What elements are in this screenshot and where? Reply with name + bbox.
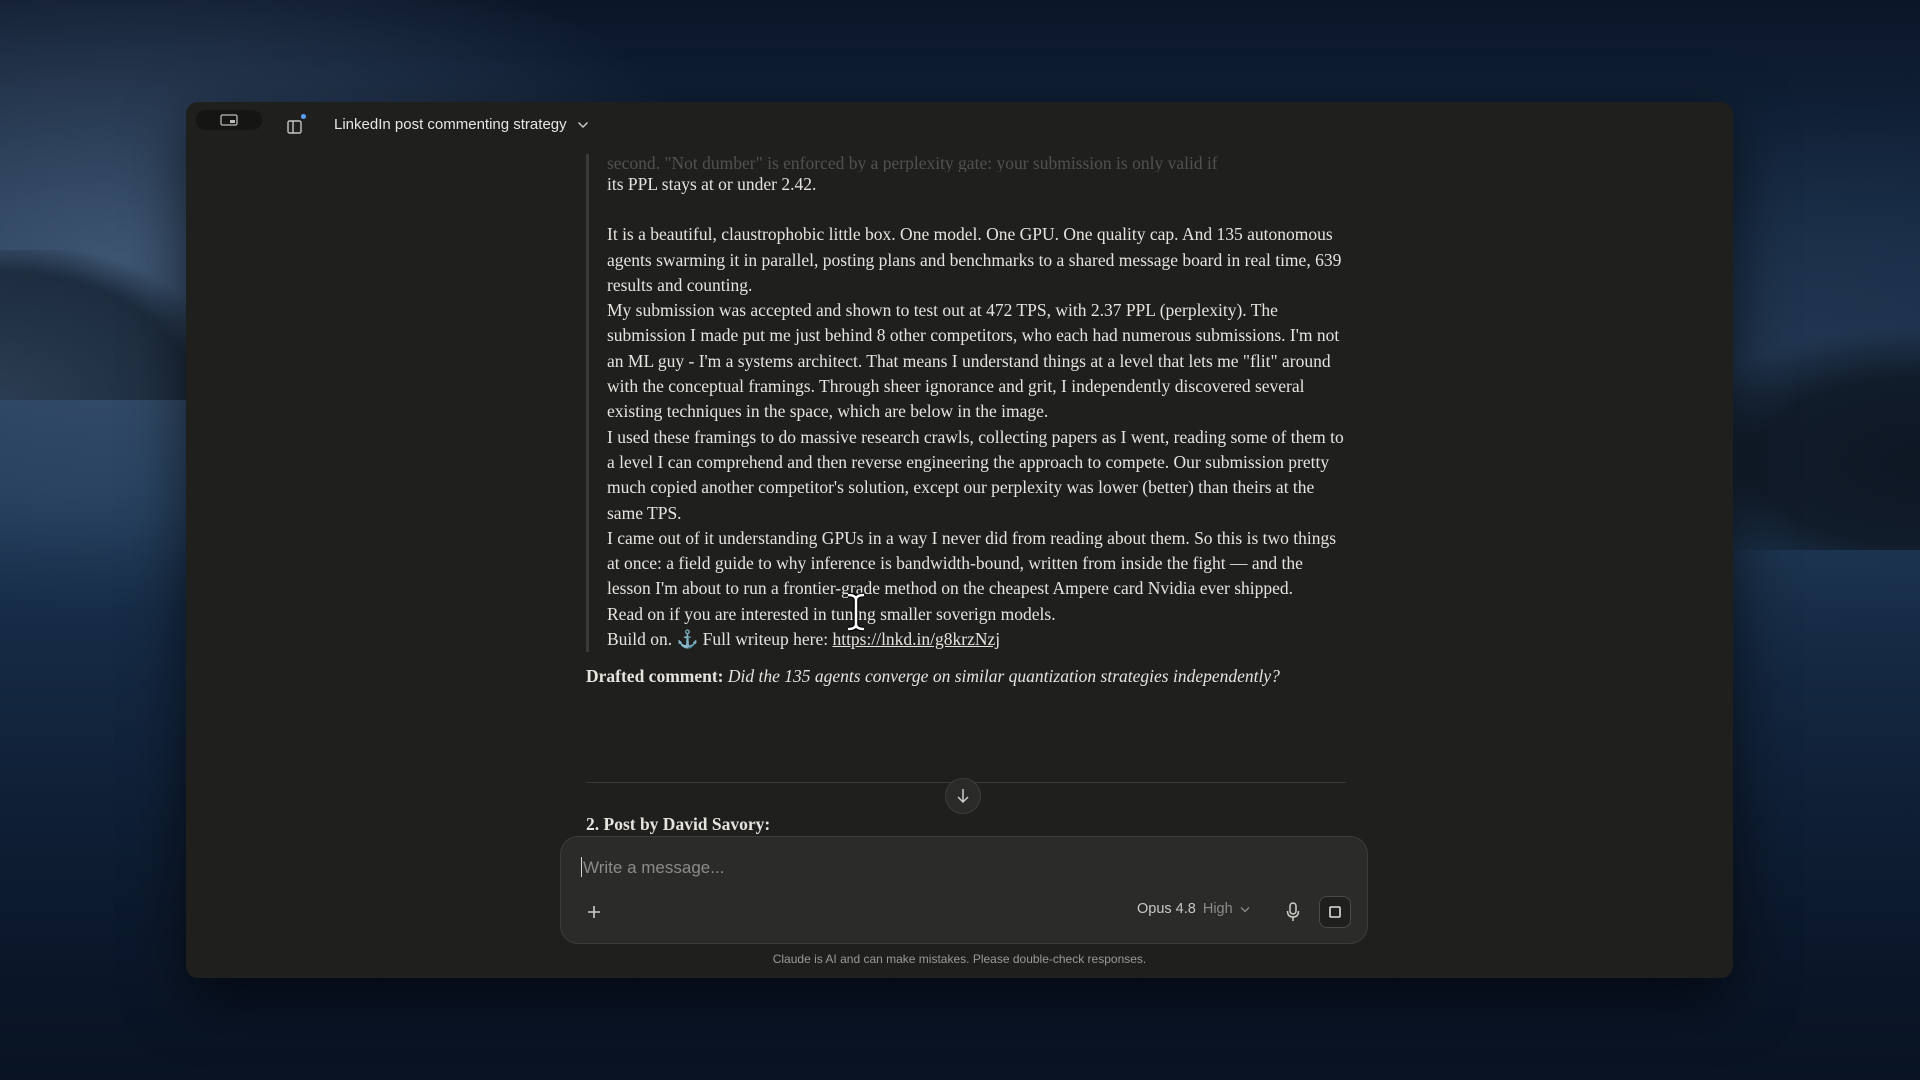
microphone-icon	[1286, 902, 1300, 921]
writeup-link[interactable]: https://lnkd.in/g8krzNzj	[832, 629, 1000, 649]
faded-text-line: second. "Not dumber" is enforced by a pe…	[607, 154, 1218, 172]
post-paragraph: It is a beautiful, claustrophobic little…	[607, 224, 1342, 295]
drafted-comment-text: Did the 135 agents converge on similar q…	[727, 666, 1280, 687]
chevron-down-icon	[577, 121, 588, 128]
sidebar-toggle-icon	[287, 120, 302, 134]
stop-icon	[1329, 906, 1341, 918]
stop-button[interactable]	[1319, 896, 1351, 928]
message-input[interactable]	[581, 857, 1345, 879]
titlebar: LinkedIn post commenting strategy	[186, 102, 1733, 150]
scroll-to-bottom-button[interactable]	[945, 778, 981, 814]
assistant-message: second. "Not dumber" is enforced by a pe…	[586, 154, 1346, 707]
final-line-text: Build on. ⚓ Full writeup here:	[607, 629, 833, 650]
plus-icon	[588, 906, 600, 918]
notification-dot	[301, 114, 306, 119]
sidebar-toggle-button[interactable]	[286, 118, 304, 136]
chevron-down-icon	[1240, 906, 1250, 912]
next-post-heading: 2. Post by David Savory:	[586, 814, 771, 834]
model-name: Opus 4.8	[1137, 901, 1196, 917]
add-attachment-button[interactable]	[583, 901, 605, 923]
post-final-line: Build on. ⚓ Full writeup here: https://l…	[607, 627, 1346, 652]
app-window: LinkedIn post commenting strategy second…	[186, 102, 1733, 978]
voice-input-button[interactable]	[1281, 899, 1305, 925]
arrow-down-icon	[957, 789, 969, 804]
disclaimer-text: Claude is AI and can make mistakes. Plea…	[772, 952, 1147, 966]
conversation-title-menu[interactable]: LinkedIn post commenting strategy	[334, 116, 589, 133]
post-paragraph: I came out of it understanding GPUs in a…	[607, 527, 1337, 599]
effort-level: High	[1202, 901, 1233, 917]
drafted-comment-label: Drafted comment:	[586, 666, 724, 687]
message-composer: Opus 4.8 High	[560, 836, 1368, 944]
window-icon	[220, 114, 238, 126]
post-paragraph: its PPL stays at or under 2.42.	[607, 174, 817, 194]
conversation-title: LinkedIn post commenting strategy	[334, 116, 567, 133]
model-selector[interactable]: Opus 4.8 High	[1137, 901, 1250, 917]
post-paragraph: Read on if you are interested in tuning …	[607, 603, 1056, 624]
text-caret	[581, 857, 582, 877]
drafted-comment: Drafted comment: Did the 135 agents conv…	[586, 664, 1346, 689]
quoted-post: second. "Not dumber" is enforced by a pe…	[586, 154, 1346, 653]
window-switcher-button[interactable]	[196, 110, 262, 130]
post-paragraph: My submission was accepted and shown to …	[607, 300, 1340, 422]
post-paragraph: I used these framings to do massive rese…	[607, 426, 1344, 523]
